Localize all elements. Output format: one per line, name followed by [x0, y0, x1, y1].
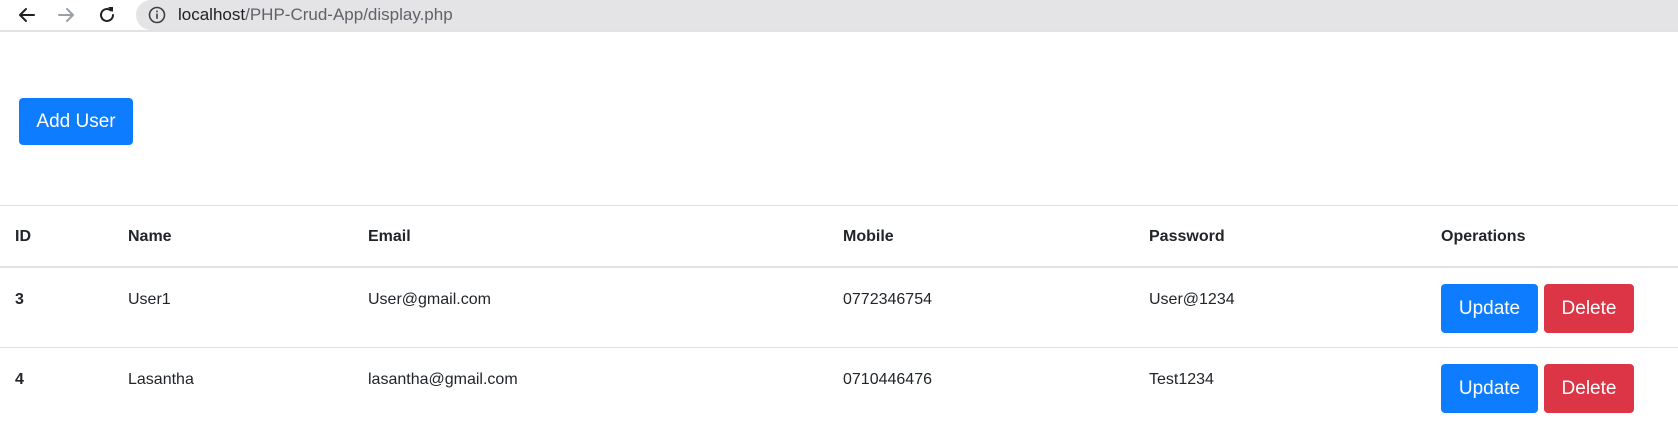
table-header-row: ID Name Email Mobile Password Operations: [0, 206, 1678, 268]
browser-toolbar: localhost/PHP-Crud-App/display.php: [0, 0, 1678, 32]
header-mobile: Mobile: [843, 228, 894, 245]
url-text[interactable]: localhost/PHP-Crud-App/display.php: [178, 5, 453, 25]
url-path: /PHP-Crud-App/display.php: [245, 5, 453, 24]
arrow-left-icon: [19, 8, 35, 22]
header-email: Email: [368, 228, 411, 245]
forward-button[interactable]: [53, 2, 79, 28]
cell-password: Test1234: [1149, 371, 1214, 388]
cell-mobile: 0710446476: [843, 371, 932, 388]
header-password: Password: [1149, 228, 1225, 245]
address-bar[interactable]: localhost/PHP-Crud-App/display.php: [136, 0, 1678, 30]
header-name: Name: [128, 228, 172, 245]
info-icon[interactable]: [148, 6, 166, 24]
header-id: ID: [15, 228, 31, 245]
cell-id: 4: [15, 371, 24, 388]
add-user-button[interactable]: Add User: [19, 98, 133, 145]
row-operations: Update Delete: [1441, 364, 1634, 413]
cell-name: User1: [128, 291, 171, 308]
row-operations: Update Delete: [1441, 284, 1634, 333]
update-button[interactable]: Update: [1441, 284, 1538, 333]
cell-email: lasantha@gmail.com: [368, 371, 518, 388]
cell-email: User@gmail.com: [368, 291, 491, 308]
cell-mobile: 0772346754: [843, 291, 932, 308]
update-button[interactable]: Update: [1441, 364, 1538, 413]
table-row: 4 Lasantha lasantha@gmail.com 0710446476…: [0, 348, 1678, 428]
cell-id: 3: [15, 291, 24, 308]
cell-name: Lasantha: [128, 371, 194, 388]
table-row: 3 User1 User@gmail.com 0772346754 User@1…: [0, 268, 1678, 348]
back-button[interactable]: [14, 2, 40, 28]
header-operations: Operations: [1441, 228, 1526, 245]
cell-password: User@1234: [1149, 291, 1235, 308]
arrow-right-icon: [58, 8, 74, 22]
reload-button[interactable]: [94, 2, 120, 28]
reload-icon: [100, 7, 114, 22]
url-host: localhost: [178, 5, 246, 24]
delete-button[interactable]: Delete: [1544, 284, 1634, 333]
delete-button[interactable]: Delete: [1544, 364, 1634, 413]
